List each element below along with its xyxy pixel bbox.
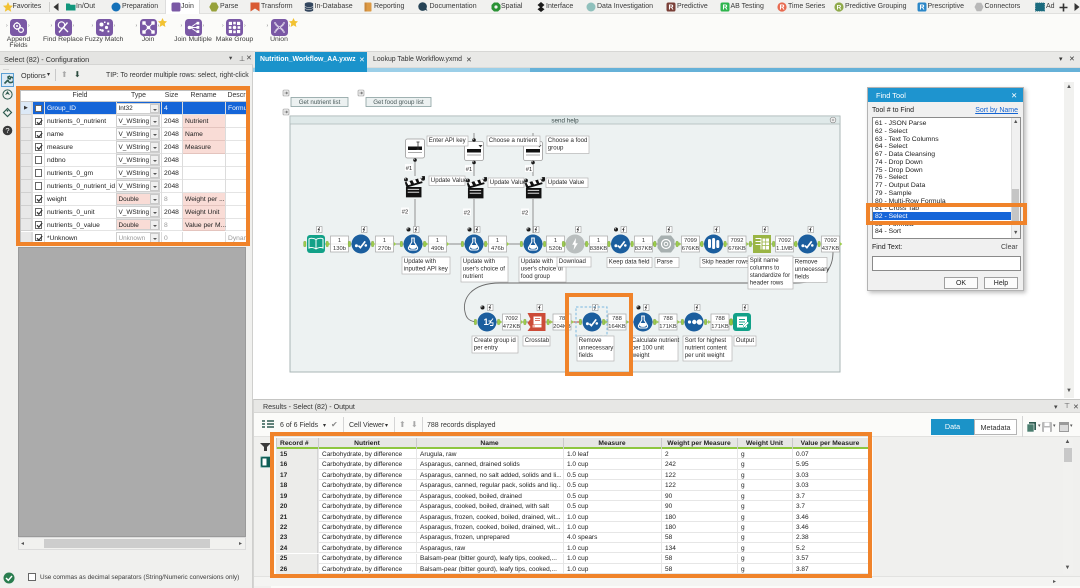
svg-text:inputted API key: inputted API key xyxy=(404,266,449,273)
svg-text:per 100 unit: per 100 unit xyxy=(632,345,664,352)
svg-text:fields: fields xyxy=(795,274,809,281)
svg-text:Download: Download xyxy=(559,258,586,265)
svg-text:columns to: columns to xyxy=(750,265,780,272)
svg-text:437KB: 437KB xyxy=(822,246,840,252)
svg-text:per unit weight: per unit weight xyxy=(685,352,725,359)
svg-text:1: 1 xyxy=(597,238,600,244)
svg-text:7092: 7092 xyxy=(505,316,518,322)
svg-text:R: R xyxy=(919,5,924,12)
svg-text:788: 788 xyxy=(715,316,725,322)
svg-text:weight: weight xyxy=(631,352,650,359)
svg-text:1: 1 xyxy=(483,317,488,327)
svg-text:send help: send help xyxy=(551,118,579,125)
svg-text:Sort for highest: Sort for highest xyxy=(685,337,727,344)
svg-text:Update with: Update with xyxy=(404,258,436,265)
svg-text:788: 788 xyxy=(612,316,622,322)
svg-text:1.1MB: 1.1MB xyxy=(776,246,793,252)
svg-text:nutrient: nutrient xyxy=(463,273,484,280)
svg-text:user's choice of: user's choice of xyxy=(463,266,505,273)
svg-text:Output: Output xyxy=(736,337,755,344)
svg-text:Update Value: Update Value xyxy=(548,179,585,186)
svg-text:R: R xyxy=(722,5,727,12)
svg-text:#1: #1 xyxy=(526,167,532,173)
svg-text:Parse: Parse xyxy=(657,259,674,266)
svg-text:Create group id: Create group id xyxy=(474,337,516,344)
svg-text:header rows: header rows xyxy=(750,280,784,287)
svg-text:788: 788 xyxy=(663,316,673,322)
svg-text:#2: #2 xyxy=(402,210,408,216)
svg-text:Skip header rows: Skip header rows xyxy=(702,259,749,266)
svg-text:#2: #2 xyxy=(464,211,470,217)
svg-text:Update Value: Update Value xyxy=(431,177,468,184)
svg-text:Crosstab: Crosstab xyxy=(525,337,550,344)
svg-text:7092: 7092 xyxy=(778,238,791,244)
svg-text:837KB: 837KB xyxy=(635,246,653,252)
svg-text:Remove: Remove xyxy=(795,259,818,266)
svg-text:Enter API key: Enter API key xyxy=(429,137,467,144)
svg-text:7092: 7092 xyxy=(731,238,744,244)
svg-text:1: 1 xyxy=(383,238,386,244)
svg-text:476b: 476b xyxy=(491,246,504,252)
svg-text:#1: #1 xyxy=(466,167,472,173)
svg-text:171KB: 171KB xyxy=(659,324,677,330)
svg-text:unnecessary: unnecessary xyxy=(579,345,615,352)
svg-text:1: 1 xyxy=(496,238,499,244)
svg-text:Update with: Update with xyxy=(521,258,553,265)
svg-text:fields: fields xyxy=(579,352,593,359)
svg-text:164KB: 164KB xyxy=(608,324,626,330)
svg-text:Choose a nutrient: Choose a nutrient xyxy=(489,137,537,144)
svg-text:676KB: 676KB xyxy=(728,246,746,252)
svg-text:unnecessary: unnecessary xyxy=(795,266,831,273)
svg-text:nutrient content: nutrient content xyxy=(685,345,727,352)
svg-text:Get nutrient list: Get nutrient list xyxy=(299,99,341,106)
svg-text:Update with: Update with xyxy=(463,258,495,265)
svg-text:Keep data field: Keep data field xyxy=(609,259,650,266)
svg-text:270b: 270b xyxy=(378,246,391,252)
svg-text:R: R xyxy=(668,5,673,12)
svg-text:490b: 490b xyxy=(431,246,444,252)
svg-text:1: 1 xyxy=(642,238,645,244)
svg-text:1: 1 xyxy=(436,238,439,244)
svg-text:838KB: 838KB xyxy=(590,246,608,252)
svg-text:Get food group list: Get food group list xyxy=(373,99,424,106)
svg-text:#1: #1 xyxy=(406,166,412,172)
svg-text:Split name: Split name xyxy=(750,257,779,264)
svg-text:7092: 7092 xyxy=(824,238,837,244)
svg-text:food group: food group xyxy=(521,273,551,280)
svg-text:per entry: per entry xyxy=(474,345,499,352)
svg-text:171KB: 171KB xyxy=(711,324,729,330)
svg-text:472KB: 472KB xyxy=(503,324,521,330)
svg-text:204KB: 204KB xyxy=(553,324,571,330)
svg-text:520b: 520b xyxy=(549,246,562,252)
svg-text:Update Value: Update Value xyxy=(490,179,527,186)
svg-text:78: 78 xyxy=(559,316,565,322)
svg-text:Choose a food: Choose a food xyxy=(548,137,588,144)
svg-text:standardize for: standardize for xyxy=(750,272,790,279)
svg-text:R: R xyxy=(779,5,784,12)
svg-text:R: R xyxy=(836,5,841,12)
svg-text:group: group xyxy=(548,145,564,152)
svg-text:1: 1 xyxy=(338,238,341,244)
svg-text:7099: 7099 xyxy=(684,238,697,244)
svg-text:#2: #2 xyxy=(522,211,528,217)
svg-text:1: 1 xyxy=(554,238,557,244)
svg-text:676KB: 676KB xyxy=(682,246,700,252)
svg-text:?: ? xyxy=(5,126,9,135)
svg-text:Remove: Remove xyxy=(579,337,602,344)
svg-text:Calculate nutrient: Calculate nutrient xyxy=(632,337,680,344)
svg-text:130b: 130b xyxy=(333,246,346,252)
